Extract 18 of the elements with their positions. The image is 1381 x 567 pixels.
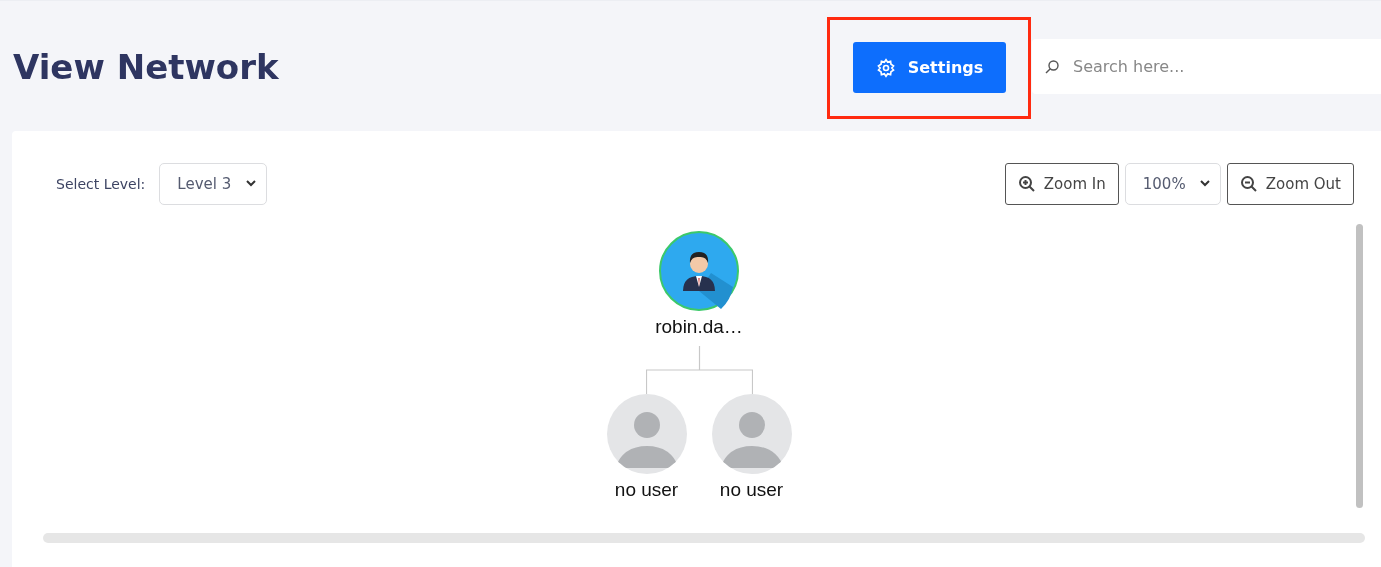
settings-icon — [875, 57, 896, 78]
search-field[interactable]: Search here... — [1032, 38, 1381, 94]
chevron-icon — [246, 180, 257, 187]
node-name: robin.da… — [655, 316, 743, 338]
node-name: no user — [719, 479, 784, 501]
zoom-in-button[interactable]: Zoom In — [1004, 162, 1119, 205]
select-level-label: Select Level: — [56, 175, 146, 192]
level-select[interactable]: Level 3 — [159, 162, 268, 205]
chevron-icon — [1199, 180, 1210, 187]
node-name: no user — [614, 479, 679, 501]
zoom-in-icon — [1017, 174, 1036, 193]
page-title: View Network — [13, 46, 279, 87]
horizontal-scrollbar[interactable] — [43, 533, 1365, 543]
zoom-out-icon — [1239, 174, 1258, 193]
vertical-scrollbar[interactable] — [1356, 224, 1363, 508]
zoom-select[interactable]: 100% — [1124, 162, 1221, 205]
zoom-out-button[interactable]: Zoom Out — [1226, 162, 1354, 205]
settings-button[interactable]: Settings — [853, 42, 1006, 93]
